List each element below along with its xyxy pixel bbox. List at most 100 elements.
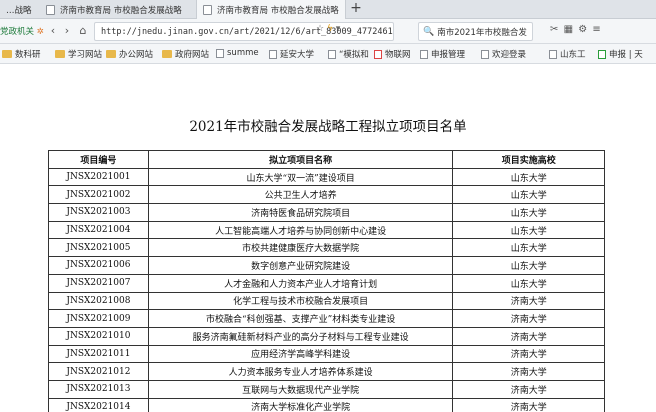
bookmark-item[interactable]: 申报管理 — [420, 48, 465, 60]
search-input[interactable]: 🔍 南市2021年市校融合发 — [418, 22, 533, 41]
page-icon — [420, 49, 428, 59]
bookmark-item[interactable]: 物联网 — [374, 48, 411, 60]
tab-1[interactable]: …战略 — [0, 0, 38, 19]
project-name-cell: 服务济南氟硅新材料产业的高分子材料与工程专业建设 — [147, 326, 454, 346]
table-row: JNSX2021005 市校共建健康医疗大数据学院 山东大学 — [48, 238, 605, 258]
project-name-cell: 济南大学标准化产业学院 — [147, 397, 454, 412]
table-row: JNSX2021006 数字创意产业研究院建设 山东大学 — [48, 256, 605, 275]
tab-2[interactable]: 济南市教育局 市校融合发展战略 — [40, 0, 194, 19]
bookmark-item[interactable]: 延安大学 — [269, 48, 314, 60]
project-id-cell: JNSX2021002 — [48, 185, 149, 205]
table-row: JNSX2021002 公共卫生人才培养 山东大学 — [48, 185, 605, 205]
page-icon — [549, 49, 557, 59]
page-icon — [203, 4, 212, 15]
star-icon[interactable]: ☆ — [316, 24, 324, 34]
chevron-down-icon[interactable]: ▾ — [336, 24, 341, 34]
gov-site-label: 党政机关 ✲ — [0, 27, 44, 37]
page-icon — [328, 49, 336, 59]
project-name-cell: 公共卫生人才培养 — [147, 185, 454, 205]
lightning-icon[interactable]: ϟ — [327, 24, 333, 34]
project-id-cell: JNSX2021011 — [48, 344, 149, 364]
bookmark-item[interactable]: 申报 | 天 — [598, 48, 643, 60]
page-icon — [269, 49, 277, 59]
project-id-cell: JNSX2021012 — [48, 362, 149, 381]
bookmark-item[interactable]: “模拟和 — [328, 48, 369, 60]
column-header: 项目编号 — [48, 150, 149, 169]
tab-strip: …战略 济南市教育局 市校融合发展战略 济南市教育局 市校融合发展战略 ✕ + — [0, 0, 656, 19]
column-header: 项目实施高校 — [452, 150, 605, 169]
page-icon — [216, 48, 224, 58]
column-header: 拟立项项目名称 — [147, 150, 454, 169]
bookmark-item[interactable]: 办公网站 — [106, 48, 153, 60]
folder-icon — [162, 50, 172, 58]
project-name-cell: 市校融合“科创强基、支撑产业”材料类专业建设 — [147, 309, 454, 328]
scissors-icon[interactable]: ✂ — [550, 24, 559, 35]
search-text: 南市2021年市校融合发 — [437, 27, 527, 38]
home-icon[interactable]: ⌂ — [76, 23, 90, 39]
page-content: 2021年市校融合发展战略工程拟立项项目名单 项目编号 拟立项项目名称 项目实施… — [0, 65, 656, 412]
bookmark-item[interactable]: 欢迎登录 — [481, 48, 526, 60]
url-input[interactable]: http://jnedu.jinan.gov.cn/art/2021/12/6/… — [94, 22, 394, 41]
project-name-cell: 人才金融和人力资本产业人才培育计划 — [147, 273, 454, 293]
project-id-cell: JNSX2021010 — [48, 326, 149, 346]
project-name-cell: 济南特医食品研究院项目 — [147, 203, 454, 222]
university-cell: 山东大学 — [452, 167, 605, 187]
table-row: JNSX2021013 互联网与大数据现代产业学院 济南大学 — [48, 379, 605, 399]
bookmark-item[interactable]: summe — [216, 48, 259, 58]
bookmark-item[interactable]: 数科研 — [2, 48, 41, 60]
table-row: JNSX2021010 服务济南氟硅新材料产业的高分子材料与工程专业建设 济南大学 — [48, 326, 605, 346]
page-icon — [481, 49, 489, 59]
university-cell: 济南大学 — [452, 326, 605, 346]
bookmark-item[interactable]: 山东工 — [549, 48, 586, 60]
table-row: JNSX2021012 人力资本服务专业人才培养体系建设 济南大学 — [48, 362, 605, 381]
tab-title: …战略 — [6, 5, 32, 16]
project-name-cell: 人力资本服务专业人才培养体系建设 — [147, 362, 454, 381]
project-id-cell: JNSX2021013 — [48, 379, 149, 399]
grid-icon[interactable]: ▦ — [564, 24, 574, 35]
search-icon: 🔍 — [423, 26, 435, 37]
university-cell: 山东大学 — [452, 203, 605, 222]
table-row: JNSX2021014 济南大学标准化产业学院 济南大学 — [48, 397, 605, 412]
bookmark-item[interactable]: 政府网站 — [162, 48, 209, 60]
url-text: http://jnedu.jinan.gov.cn/art/2021/12/6/… — [101, 26, 394, 37]
project-id-cell: JNSX2021009 — [48, 309, 149, 328]
extension-icon[interactable]: ⚙ — [578, 24, 588, 35]
project-id-cell: JNSX2021014 — [48, 397, 149, 412]
university-cell: 济南大学 — [452, 309, 605, 328]
folder-icon — [2, 50, 12, 58]
project-id-cell: JNSX2021004 — [48, 220, 149, 240]
project-id-cell: JNSX2021008 — [48, 291, 149, 311]
bookmark-item[interactable]: 学习网站 — [55, 48, 102, 60]
tab-title: 济南市教育局 市校融合发展战略 — [60, 5, 182, 16]
table-row: JNSX2021001 山东大学“双一流”建设项目 山东大学 — [48, 167, 605, 187]
project-name-cell: 数字创意产业研究院建设 — [147, 256, 454, 275]
university-cell: 济南大学 — [452, 379, 605, 399]
forward-icon[interactable]: › — [60, 23, 74, 39]
project-name-cell: 化学工程与技术市校融合发展项目 — [147, 291, 454, 311]
table-header-row: 项目编号 拟立项项目名称 项目实施高校 — [48, 150, 605, 169]
project-name-cell: 应用经济学高峰学科建设 — [147, 344, 454, 364]
university-cell: 济南大学 — [452, 291, 605, 311]
project-name-cell: 互联网与大数据现代产业学院 — [147, 379, 454, 399]
table-row: JNSX2021011 应用经济学高峰学科建设 济南大学 — [48, 344, 605, 364]
project-id-cell: JNSX2021003 — [48, 203, 149, 222]
university-cell: 山东大学 — [452, 238, 605, 258]
university-cell: 山东大学 — [452, 273, 605, 293]
new-tab-button[interactable]: + — [349, 1, 363, 16]
project-id-cell: JNSX2021005 — [48, 238, 149, 258]
folder-icon — [55, 50, 65, 58]
toolbar-right: ✂ ▦ ⚙ ≡ — [550, 24, 602, 35]
university-cell: 山东大学 — [452, 185, 605, 205]
tab-3-active[interactable]: 济南市教育局 市校融合发展战略 ✕ — [196, 0, 346, 19]
table-row: JNSX2021003 济南特医食品研究院项目 山东大学 — [48, 203, 605, 222]
back-icon[interactable]: ‹ — [46, 23, 60, 39]
project-name-cell: 山东大学“双一流”建设项目 — [147, 167, 454, 187]
menu-icon[interactable]: ≡ — [592, 24, 601, 35]
page-icon — [598, 49, 606, 59]
close-icon[interactable]: ✕ — [345, 5, 346, 15]
university-cell: 济南大学 — [452, 397, 605, 412]
university-cell: 济南大学 — [452, 362, 605, 381]
university-cell: 济南大学 — [452, 344, 605, 364]
page-icon — [46, 4, 55, 15]
project-id-cell: JNSX2021007 — [48, 273, 149, 293]
